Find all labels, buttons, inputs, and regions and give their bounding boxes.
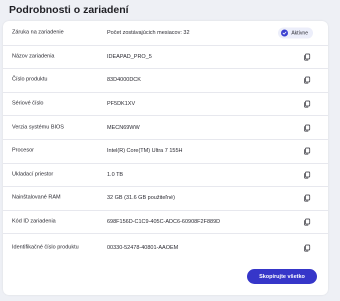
copy-icon[interactable] [303,218,311,226]
row-label: Sériové číslo [12,100,44,107]
row-value: 00330-52478-40801-AAOEM [107,245,179,252]
row-value: 1.0 TB [107,171,124,178]
row-label: Procesor [12,147,35,154]
row-bios-version: Verzia systému BIOS MECN69WW [3,116,328,140]
row-value: MECN69WW [107,124,140,131]
copy-icon[interactable] [303,147,311,155]
copy-icon[interactable] [303,171,311,179]
row-device-name: Názov zariadenia IDEAPAD_PRO_5 [3,46,328,70]
row-value: IDEAPAD_PRO_5 [107,53,152,60]
copy-icon[interactable] [303,100,311,108]
row-label: Kód ID zariadenia [12,218,56,225]
row-warranty: Záruka na zariadenie Počet zostávajúcich… [3,22,328,46]
row-label: Identifikačné číslo produktu [12,244,79,251]
row-label: Číslo produktu [12,76,48,83]
row-storage: Ukladací priestor 1.0 TB [3,164,328,188]
status-badge-label: Aktívne [291,30,308,37]
row-label: Verzia systému BIOS [12,124,64,131]
details-list: Záruka na zariadenie Počet zostávajúcich… [3,22,328,262]
device-details-card: Záruka na zariadenie Počet zostávajúcich… [3,21,328,295]
row-serial-number: Sériové číslo PF5DK1XV [3,93,328,117]
row-value: Intel(R) Core(TM) Ultra 7 155H [107,148,183,155]
copy-icon[interactable] [303,76,311,84]
page-title: Podrobnosti o zariadení [9,4,129,16]
copy-all-button[interactable]: Skopírujte všetko [247,269,317,284]
copy-icon[interactable] [303,194,311,202]
row-value: Počet zostávajúcich mesiacov: 32 [107,30,190,37]
status-badge: Aktívne [278,27,313,39]
row-value: 83D4000DCK [107,77,141,84]
copy-icon[interactable] [303,53,311,61]
copy-icon[interactable] [303,244,311,252]
check-circle-icon [281,29,289,37]
row-label: Ukladací priestor [12,171,54,178]
row-processor: Procesor Intel(R) Core(TM) Ultra 7 155H [3,140,328,164]
row-value: PF5DK1XV [107,101,136,108]
row-installed-ram: Nainštalované RAM 32 GB (31.6 GB použite… [3,187,328,211]
row-value: 698F156D-C1C9-405C-ADC6-60908F2F889D [107,219,221,226]
row-product-number: Číslo produktu 83D4000DCK [3,69,328,93]
row-label: Nainštalované RAM [12,194,61,201]
copy-icon[interactable] [303,124,311,132]
row-product-id: Identifikačné číslo produktu 00330-52478… [3,234,328,262]
row-value: 32 GB (31.6 GB použiteľné) [107,195,175,202]
row-label: Záruka na zariadenie [12,29,64,36]
row-device-id: Kód ID zariadenia 698F156D-C1C9-405C-ADC… [3,211,328,235]
row-label: Názov zariadenia [12,53,55,60]
